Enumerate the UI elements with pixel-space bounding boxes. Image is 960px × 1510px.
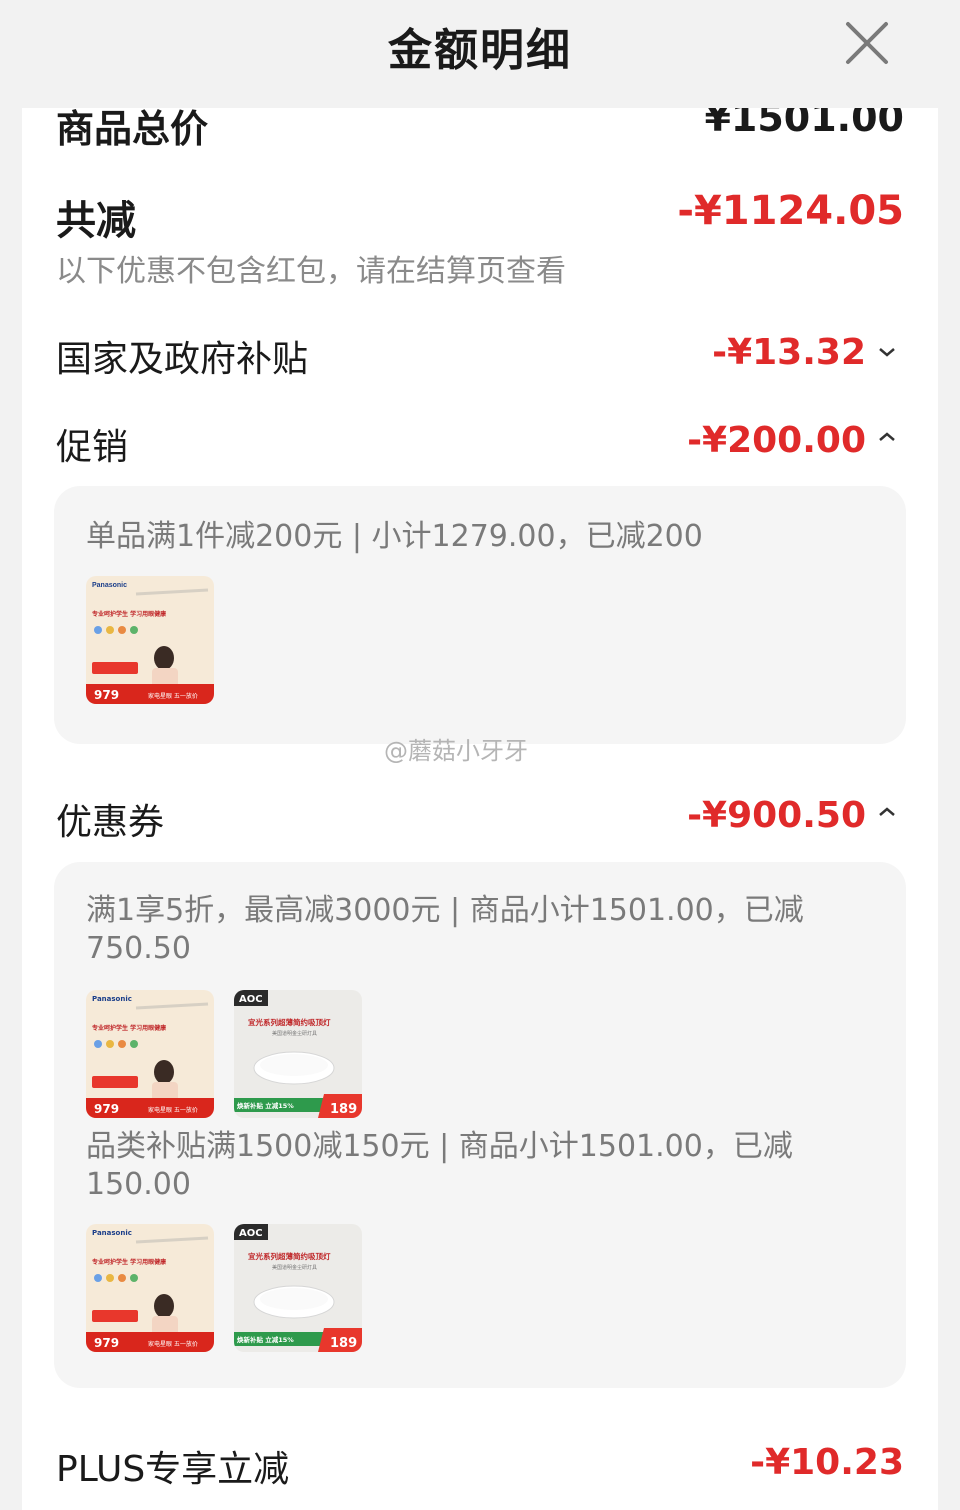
page-title: 金额明细 bbox=[388, 25, 572, 76]
coupon-rule-1: 满1享5折，最高减3000元 | 商品小计1501.00，已减750.50 bbox=[86, 893, 804, 966]
coupon-value: -¥900.50 bbox=[687, 795, 866, 836]
chevron-up-icon[interactable] bbox=[877, 430, 897, 444]
ceiling-brand: AOC bbox=[239, 994, 263, 1005]
plus-value: -¥10.23 bbox=[750, 1442, 904, 1483]
lamp-headline: 专业呵护学生 学习用眼健康 bbox=[92, 610, 167, 618]
lamp-price: 979 bbox=[94, 688, 119, 702]
lamp-tag: 家电星眼 五一放价 bbox=[148, 1340, 198, 1348]
header: 金额明细 bbox=[0, 0, 960, 108]
discount-note: 以下优惠不包含红包，请在结算页查看 bbox=[56, 254, 566, 289]
ceiling-tag: 焕新补贴 立减15% bbox=[237, 1101, 294, 1110]
product-thumb-lamp[interactable]: Panasonic 专业呵护学生 学习用眼健康 979 家电星眼 五一放价 bbox=[86, 576, 214, 704]
ceiling-brand: AOC bbox=[239, 1228, 263, 1239]
plus-label: PLUS专享立减 bbox=[56, 1449, 290, 1490]
lamp-headline: 专业呵护学生 学习用眼健康 bbox=[92, 1258, 167, 1266]
amount-detail-panel: 商品总价 ¥1501.00 共减 -¥1124.05 以下优惠不包含红包，请在结… bbox=[22, 90, 938, 1510]
chevron-up-icon[interactable] bbox=[877, 805, 897, 819]
chevron-down-icon[interactable] bbox=[877, 345, 897, 359]
ceiling-tag: 焕新补贴 立减15% bbox=[237, 1335, 294, 1344]
lamp-price: 979 bbox=[94, 1102, 119, 1116]
coupon-rule-2: 品类补贴满1500减150元 | 商品小计1501.00，已减150.00 bbox=[86, 1129, 793, 1202]
total-reduction-value: -¥1124.05 bbox=[677, 188, 904, 234]
lamp-brand: Panasonic bbox=[92, 995, 132, 1003]
product-thumb-ceiling-light[interactable]: AOC 宜光系列超薄简约吸顶灯 美国道明金尘研灯具 焕新补贴 立减15% 189 bbox=[234, 990, 362, 1118]
product-thumb-lamp[interactable]: Panasonic 专业呵护学生 学习用眼健康 979 家电星眼 五一放价 bbox=[86, 1224, 214, 1352]
lamp-tag: 家电星眼 五一放价 bbox=[148, 1106, 198, 1114]
coupon-detail-box: 满1享5折，最高减3000元 | 商品小计1501.00，已减750.50 Pa… bbox=[54, 862, 906, 1388]
promo-label: 促销 bbox=[56, 427, 129, 468]
subsidy-value: -¥13.32 bbox=[712, 332, 866, 373]
ceiling-price: 189 bbox=[330, 1102, 357, 1117]
coupon-label: 优惠券 bbox=[56, 802, 165, 843]
watermark: @蘑菇小牙牙 bbox=[384, 737, 528, 765]
close-icon[interactable] bbox=[842, 20, 892, 66]
lamp-price: 979 bbox=[94, 1336, 119, 1350]
ceiling-sub: 美国道明金尘研灯具 bbox=[272, 1030, 317, 1037]
lamp-headline: 专业呵护学生 学习用眼健康 bbox=[92, 1024, 167, 1032]
lamp-brand: Panasonic bbox=[92, 582, 127, 589]
ceiling-sub: 美国道明金尘研灯具 bbox=[272, 1264, 317, 1271]
ceiling-headline: 宜光系列超薄简约吸顶灯 bbox=[248, 1017, 331, 1027]
subsidy-label: 国家及政府补贴 bbox=[56, 339, 309, 380]
product-thumb-lamp[interactable]: Panasonic 专业呵护学生 学习用眼健康 979 家电星眼 五一放价 bbox=[86, 990, 214, 1118]
promo-rule-text: 单品满1件减200元 | 小计1279.00，已减200 bbox=[86, 519, 703, 554]
promo-value: -¥200.00 bbox=[687, 420, 866, 461]
promo-detail-box: 单品满1件减200元 | 小计1279.00，已减200 Panasonic 专… bbox=[54, 486, 906, 744]
ceiling-price: 189 bbox=[330, 1336, 357, 1351]
ceiling-headline: 宜光系列超薄简约吸顶灯 bbox=[248, 1251, 331, 1261]
product-thumb-ceiling-light[interactable]: AOC 宜光系列超薄简约吸顶灯 美国道明金尘研灯具 焕新补贴 立减15% 189 bbox=[234, 1224, 362, 1352]
total-reduction-label: 共减 bbox=[56, 198, 136, 244]
lamp-tag: 家电星眼 五一放价 bbox=[148, 692, 198, 700]
lamp-brand: Panasonic bbox=[92, 1229, 132, 1237]
